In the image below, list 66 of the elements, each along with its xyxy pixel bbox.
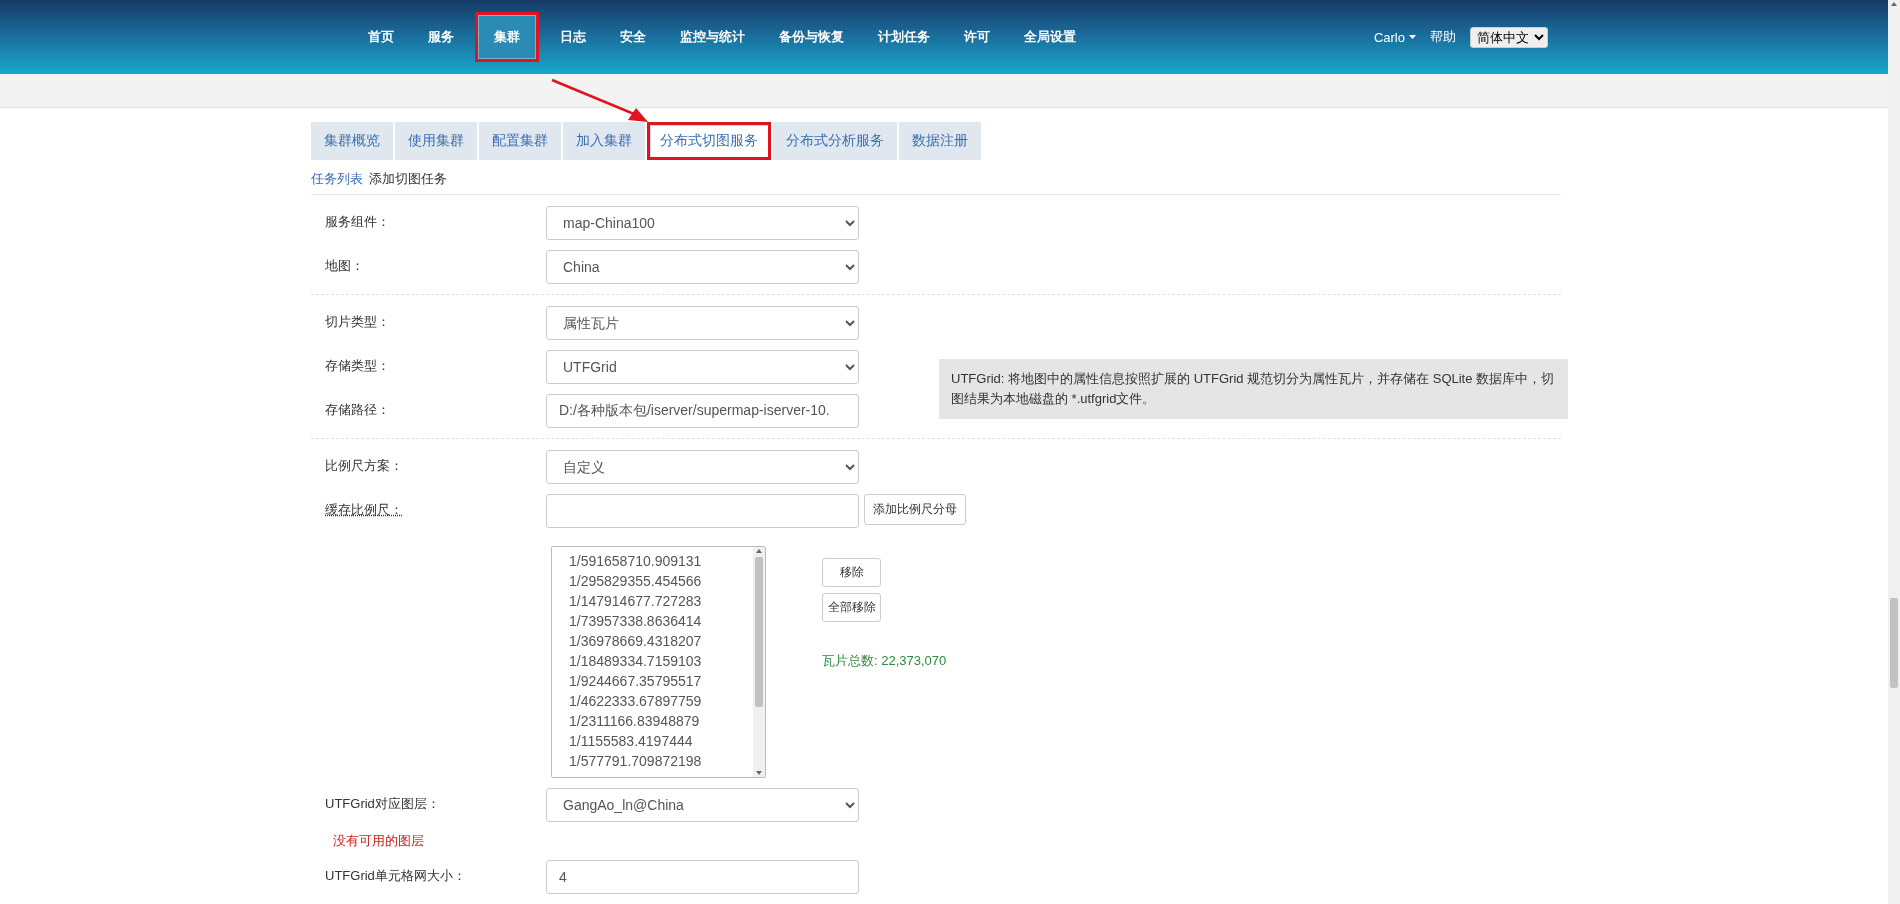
list-item[interactable]: 1/577791.709872198 — [569, 751, 753, 771]
nav-item[interactable]: 备份与恢复 — [766, 13, 857, 61]
field-label: 存储路径： — [325, 401, 391, 419]
scrollbar-thumb[interactable] — [755, 557, 763, 707]
scrollbar-thumb[interactable] — [1890, 598, 1898, 688]
nav-item[interactable]: 全局设置 — [1011, 13, 1089, 61]
remove-button[interactable]: 移除 — [822, 558, 881, 587]
nav-item[interactable]: 许可 — [951, 13, 1003, 61]
field-label: 缓存比例尺： — [325, 501, 404, 519]
error-message: 没有可用的图层 — [332, 832, 425, 850]
field-label: UTFGrid单元格网大小： — [325, 867, 467, 885]
help-link[interactable]: 帮助 — [1430, 28, 1456, 46]
dropdown[interactable]: 自定义 — [546, 450, 859, 484]
dropdown[interactable]: map-China100 — [546, 206, 859, 240]
language-select[interactable]: 简体中文 — [1470, 26, 1548, 48]
breadcrumb-current: 添加切图任务 — [369, 170, 447, 188]
nav-item[interactable]: 服务 — [415, 13, 467, 61]
remove-button[interactable]: 全部移除 — [822, 593, 881, 622]
field-label: 比例尺方案： — [325, 457, 404, 475]
arrow-up-icon[interactable] — [1890, 0, 1898, 8]
tile-count: 瓦片总数: 22,373,070 — [822, 652, 947, 670]
list-item[interactable]: 1/36978669.4318207 — [569, 631, 753, 651]
scrollbar[interactable] — [753, 547, 765, 777]
caret-icon — [1409, 35, 1416, 39]
field-label: 存储类型： — [325, 357, 391, 375]
list-item[interactable]: 1/2311166.83948879 — [569, 711, 753, 731]
field-label: 切片类型： — [325, 313, 391, 331]
tab[interactable]: 分布式分析服务 — [773, 122, 897, 160]
list-item[interactable]: 1/1155583.4197444 — [569, 731, 753, 751]
nav-item[interactable]: 计划任务 — [865, 13, 943, 61]
add-button[interactable]: 添加比例尺分母 — [864, 494, 966, 525]
input-field[interactable] — [546, 494, 859, 528]
dropdown[interactable]: 属性瓦片 — [546, 306, 859, 340]
dropdown[interactable]: China — [546, 250, 859, 284]
list-item[interactable]: 1/9244667.35795517 — [569, 671, 753, 691]
list-item[interactable]: 1/295829355.454566 — [569, 571, 753, 591]
field-label: 服务组件： — [325, 213, 391, 231]
list-box[interactable] — [551, 546, 766, 778]
list-item[interactable]: 1/147914677.727283 — [569, 591, 753, 611]
nav-item[interactable]: 日志 — [547, 13, 599, 61]
list-item[interactable]: 1/591658710.909131 — [569, 551, 753, 571]
tab[interactable]: 使用集群 — [395, 122, 477, 160]
tab[interactable]: 集群概览 — [311, 122, 393, 160]
tab[interactable]: 配置集群 — [479, 122, 561, 160]
dropdown[interactable]: GangAo_ln@China — [546, 788, 859, 822]
scrollbar[interactable] — [1888, 0, 1900, 904]
list-item[interactable]: 1/73957338.8636414 — [569, 611, 753, 631]
nav-item[interactable]: 安全 — [607, 13, 659, 61]
info-note: UTFGrid: 将地图中的属性信息按照扩展的 UTFGrid 规范切分为属性瓦片，并存储在 SQLite 数据库中，切图结果为本地磁盘的 *.utfgrid文件。 — [939, 359, 1568, 419]
field-label: 地图： — [325, 257, 365, 275]
user-menu[interactable]: Carlo — [1373, 29, 1416, 45]
list-item[interactable]: 1/4622333.67897759 — [569, 691, 753, 711]
arrow-up-icon[interactable] — [755, 547, 763, 555]
field-label: UTFGrid对应图层： — [325, 795, 441, 813]
nav-item[interactable]: 监控与统计 — [667, 13, 758, 61]
nav-item[interactable]: 首页 — [355, 13, 407, 61]
nav-item[interactable]: 集群 — [475, 12, 539, 62]
input-field[interactable]: D:/各种版本包/iserver/supermap-iserver-10. — [546, 394, 859, 428]
tab[interactable]: 分布式切图服务 — [647, 122, 771, 160]
tab[interactable]: 数据注册 — [899, 122, 981, 160]
tab[interactable]: 加入集群 — [563, 122, 645, 160]
arrow-down-icon[interactable] — [755, 769, 763, 777]
dropdown[interactable]: UTFGrid — [546, 350, 859, 384]
list-item[interactable]: 1/18489334.7159103 — [569, 651, 753, 671]
breadcrumb-link[interactable]: 任务列表 — [311, 170, 363, 188]
input-field[interactable]: 4 — [546, 860, 859, 894]
